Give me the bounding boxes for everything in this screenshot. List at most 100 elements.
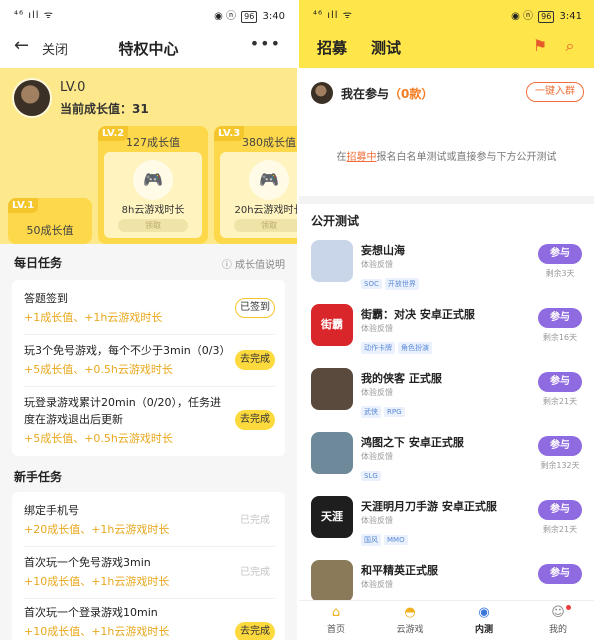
hint-suffix: 报名白名单测试或直接参与下方公开测试 — [376, 152, 557, 163]
completed-button: 已完成 — [240, 515, 270, 526]
tab-test[interactable]: 测试 — [371, 37, 401, 58]
task-reward: +5成长值、+0.5h云游戏时长 — [24, 432, 173, 445]
task-title: 首次玩一个登录游戏10min — [24, 606, 158, 619]
divider — [24, 546, 275, 547]
level-requirement: 50成长值 — [26, 224, 74, 237]
game-name: 和平精英正式服 — [361, 564, 438, 577]
more-dots-icon[interactable]: ••• — [250, 34, 281, 53]
daily-tasks-title: 每日任务 — [14, 256, 63, 270]
go-complete-button[interactable]: 去完成 — [235, 622, 275, 640]
game-name: 我的侠客 正式服 — [361, 372, 442, 385]
game-row[interactable]: 妄想山海 体验反馈 SOC 开放世界 参与 剩余3天 — [299, 240, 594, 302]
search-icon[interactable]: ⌕ — [560, 36, 580, 56]
tab-mine[interactable]: ☺ 我的 — [521, 601, 594, 640]
clock: 3:41 — [559, 11, 582, 22]
battery-icon: 96 — [538, 11, 555, 23]
divider — [24, 598, 275, 599]
newbie-tasks-title: 新手任务 — [14, 470, 63, 484]
avatar[interactable] — [12, 78, 52, 118]
completed-button: 已完成 — [240, 567, 270, 578]
checked-in-button[interactable]: 已签到 — [235, 298, 275, 318]
participate-button[interactable]: 参与 — [538, 308, 582, 328]
clock: 3:40 — [262, 11, 285, 22]
genre-tag: MMO — [384, 535, 408, 545]
participate-button[interactable]: 参与 — [538, 436, 582, 456]
participate-button[interactable]: 参与 — [538, 564, 582, 584]
tab-label: 首页 — [326, 625, 345, 635]
genre-tag: 武侠 — [361, 406, 381, 418]
task-item: 玩3个免号游戏，每个不少于3min（0/3） +5成长值、+0.5h云游戏时长 … — [24, 342, 275, 378]
reward-desc: 8h云游戏时长 — [121, 205, 185, 216]
beta-test-screen: ⁴⁶ ıll ᯤ ◉ ⓝ 96 3:41 招募 测试 ⚑ ⌕ 我在参与（0款） … — [299, 0, 594, 640]
level-hero: LV.0 当前成长值：31 LV.1 50成长值 LV.2 127成长值 🎮 8… — [0, 68, 297, 244]
eye-icon: ◉ — [478, 605, 490, 620]
level-card-3: LV.3 380成长值 🎮 20h云游戏时长 领取 — [214, 126, 297, 244]
game-icon[interactable] — [311, 560, 353, 602]
tab-recruit[interactable]: 招募 — [317, 37, 347, 58]
level-card-1: LV.1 50成长值 — [8, 198, 92, 244]
participate-button[interactable]: 参与 — [538, 500, 582, 520]
game-icon[interactable] — [311, 432, 353, 474]
game-subtitle: 体验反馈 — [361, 388, 393, 397]
notification-icon[interactable]: ⚑ — [530, 36, 550, 56]
game-name: 鸿图之下 安卓正式服 — [361, 436, 464, 449]
growth-help-label: 成长值说明 — [235, 260, 285, 271]
game-row[interactable]: 我的侠客 正式服 体验反馈 武侠 RPG 参与 剩余21天 — [299, 368, 594, 430]
game-icon[interactable]: 天涯 — [311, 496, 353, 538]
game-row[interactable]: 鸿图之下 安卓正式服 体验反馈 SLG 参与 剩余132天 — [299, 432, 594, 494]
signal-icon: ⁴⁶ ıll ᯤ — [14, 10, 54, 21]
game-tags: SOC 开放世界 — [361, 271, 422, 290]
genre-tag: SLG — [361, 471, 381, 481]
claim-button[interactable]: 领取 — [234, 219, 297, 232]
game-icon[interactable] — [311, 240, 353, 282]
status-icons: ◉ ⓝ — [511, 11, 533, 22]
tab-label: 内测 — [474, 625, 493, 635]
game-row[interactable]: 天涯 天涯明月刀手游 安卓正式服 体验反馈 国风 MMO 参与 剩余21天 — [299, 496, 594, 558]
claim-button[interactable]: 领取 — [118, 219, 188, 232]
level-requirement: 380成长值 — [242, 136, 296, 149]
game-tags: SLG — [361, 463, 384, 482]
task-item: 玩登录游戏累计20min（0/20），任务进度在游戏退出后更新 +5成长值、+0… — [24, 394, 275, 447]
level-requirement: 127成长值 — [126, 136, 180, 149]
game-icon[interactable] — [311, 368, 353, 410]
game-row[interactable]: 街霸 街霸：对决 安卓正式服体验反馈动作卡牌 角色扮演 参与剩余16天 — [299, 304, 594, 366]
participating-section: 我在参与（0款） 一键入群 在招募中报名白名单测试或直接参与下方公开测试 — [299, 68, 594, 196]
status-bar: ⁴⁶ ıll ᯤ ◉ ⓝ 96 3:40 — [0, 0, 297, 26]
tab-home[interactable]: ⌂ 首页 — [299, 601, 373, 640]
game-icon[interactable]: 街霸 — [311, 304, 353, 346]
days-left: 剩余16天 — [542, 333, 578, 342]
participating-label: 我在参与 — [341, 87, 390, 101]
tab-beta[interactable]: ◉ 内测 — [447, 601, 521, 640]
genre-tag: 开放世界 — [384, 278, 419, 290]
header: ← 关闭 特权中心 ••• — [0, 26, 297, 68]
game-subtitle: 体验反馈 — [361, 324, 393, 333]
game-tags: 动作卡牌 角色扮演 — [361, 335, 435, 354]
status-right: ◉ ⓝ 96 3:41 — [511, 7, 582, 23]
status-icons: ◉ ⓝ — [214, 11, 236, 22]
newbie-tasks-panel: 绑定手机号 +20成长值、+1h云游戏时长 已完成 首次玩一个免号游戏3min … — [12, 492, 285, 640]
game-name: 街霸：对决 安卓正式服 — [361, 308, 475, 321]
home-icon: ⌂ — [331, 605, 341, 620]
go-complete-button[interactable]: 去完成 — [235, 410, 275, 430]
task-item: 首次玩一个免号游戏3min +10成长值、+1h云游戏时长 已完成 — [24, 554, 275, 590]
participating-title: 我在参与（0款） — [341, 85, 433, 102]
participate-button[interactable]: 参与 — [538, 244, 582, 264]
join-group-button[interactable]: 一键入群 — [526, 82, 584, 102]
level-tag: LV.1 — [8, 198, 39, 213]
participating-count: （0款） — [389, 87, 434, 101]
gamepad-icon: 🎮 — [133, 160, 173, 200]
game-name: 天涯明月刀手游 安卓正式服 — [361, 500, 497, 513]
divider — [299, 196, 594, 204]
game-subtitle: 体验反馈 — [361, 260, 393, 269]
daily-tasks-panel: 答题签到 +1成长值、+1h云游戏时长 已签到 玩3个免号游戏，每个不少于3mi… — [12, 280, 285, 456]
growth-help-link[interactable]: ⓘ 成长值说明 — [222, 256, 285, 271]
privilege-center-screen: ⁴⁶ ıll ᯤ ◉ ⓝ 96 3:40 ← 关闭 特权中心 ••• LV.0 … — [0, 0, 297, 640]
go-complete-button[interactable]: 去完成 — [235, 350, 275, 370]
participate-button[interactable]: 参与 — [538, 372, 582, 392]
recruiting-link[interactable]: 招募中 — [347, 152, 377, 163]
task-title: 玩登录游戏累计20min（0/20），任务进度在游戏退出后更新 — [24, 396, 221, 426]
bottom-tabbar: ⌂ 首页 ◓ 云游戏 ◉ 内测 ☺ 我的 — [299, 600, 594, 640]
tab-cloud-game[interactable]: ◓ 云游戏 — [373, 601, 447, 640]
gamepad-icon: 🎮 — [249, 160, 289, 200]
game-tags: 武侠 RPG — [361, 399, 408, 418]
